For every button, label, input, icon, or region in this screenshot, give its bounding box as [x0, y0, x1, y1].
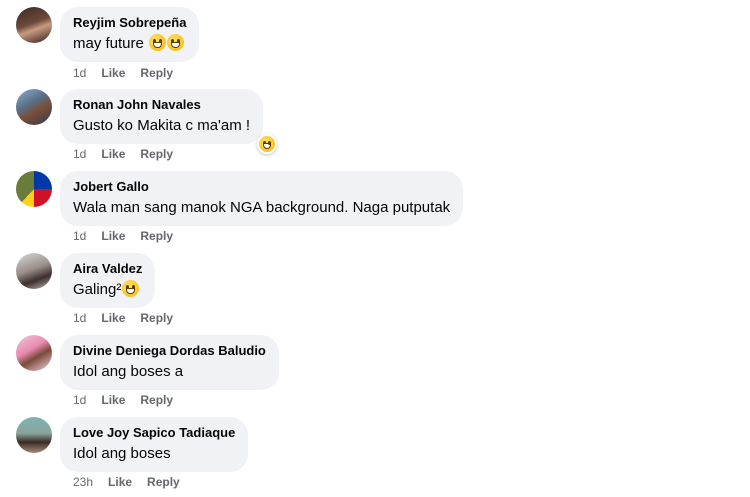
like-button[interactable]: Like [101, 147, 125, 161]
comment-author[interactable]: Ronan John Navales [73, 96, 250, 113]
avatar[interactable] [16, 89, 52, 125]
comment-timestamp[interactable]: 1d [73, 66, 86, 80]
avatar[interactable] [16, 417, 52, 453]
comment-actions: 1d Like Reply [73, 229, 188, 243]
comment-actions: 23h Like Reply [73, 475, 195, 489]
avatar[interactable] [16, 335, 52, 371]
kissing-face-icon [122, 280, 140, 297]
comment-text: Idol ang boses [73, 445, 171, 462]
comment-bubble: Ronan John Navales Gusto ko Makita c ma'… [60, 89, 264, 144]
reply-button[interactable]: Reply [140, 311, 173, 325]
haha-reaction-icon[interactable] [257, 134, 277, 154]
like-button[interactable]: Like [101, 66, 125, 80]
comment-text: Gusto ko Makita c ma'am ! [73, 117, 251, 134]
like-button[interactable]: Like [101, 393, 125, 407]
reply-button[interactable]: Reply [140, 393, 173, 407]
avatar[interactable] [16, 7, 52, 43]
comment-timestamp[interactable]: 1d [73, 229, 86, 243]
comment-author[interactable]: Divine Deniega Dordas Baludio [73, 342, 266, 359]
reply-button[interactable]: Reply [147, 475, 180, 489]
comment-text: may future [73, 35, 144, 52]
comment-text: Wala man sang manok NGA background. Naga… [73, 199, 451, 216]
comment-timestamp[interactable]: 1d [73, 393, 86, 407]
comment-actions: 1d Like Reply [73, 311, 188, 325]
comment-bubble: Reyjim Sobrepeña may future [60, 7, 200, 62]
reply-button[interactable]: Reply [140, 147, 173, 161]
avatar[interactable] [16, 171, 52, 207]
comment-timestamp[interactable]: 1d [73, 311, 86, 325]
comment-timestamp[interactable]: 1d [73, 147, 86, 161]
comment-bubble: Divine Deniega Dordas Baludio Idol ang b… [60, 335, 279, 390]
comment-text: Idol ang boses a [73, 363, 184, 380]
comment-timestamp[interactable]: 23h [73, 475, 93, 489]
comment-author[interactable]: Reyjim Sobrepeña [73, 14, 186, 31]
comment-author[interactable]: Jobert Gallo [73, 178, 450, 195]
comment-bubble: Love Joy Sapico Tadiaque Idol ang boses [60, 417, 249, 472]
comment-actions: 1d Like Reply [73, 66, 188, 80]
reply-button[interactable]: Reply [140, 66, 173, 80]
comment-text: Galing² [73, 281, 122, 298]
comment-bubble: Jobert Gallo Wala man sang manok NGA bac… [60, 171, 464, 226]
comment-author[interactable]: Love Joy Sapico Tadiaque [73, 424, 235, 441]
comment-actions: 1d Like Reply [73, 393, 188, 407]
grinning-face-icon [149, 34, 167, 51]
comment-bubble: Aira Valdez Galing² [60, 253, 156, 308]
grinning-face-icon [167, 34, 185, 51]
reply-button[interactable]: Reply [140, 229, 173, 243]
like-button[interactable]: Like [101, 311, 125, 325]
comment-actions: 1d Like Reply [73, 147, 188, 161]
like-button[interactable]: Like [101, 229, 125, 243]
like-button[interactable]: Like [108, 475, 132, 489]
comment-author[interactable]: Aira Valdez [73, 260, 142, 277]
avatar[interactable] [16, 253, 52, 289]
